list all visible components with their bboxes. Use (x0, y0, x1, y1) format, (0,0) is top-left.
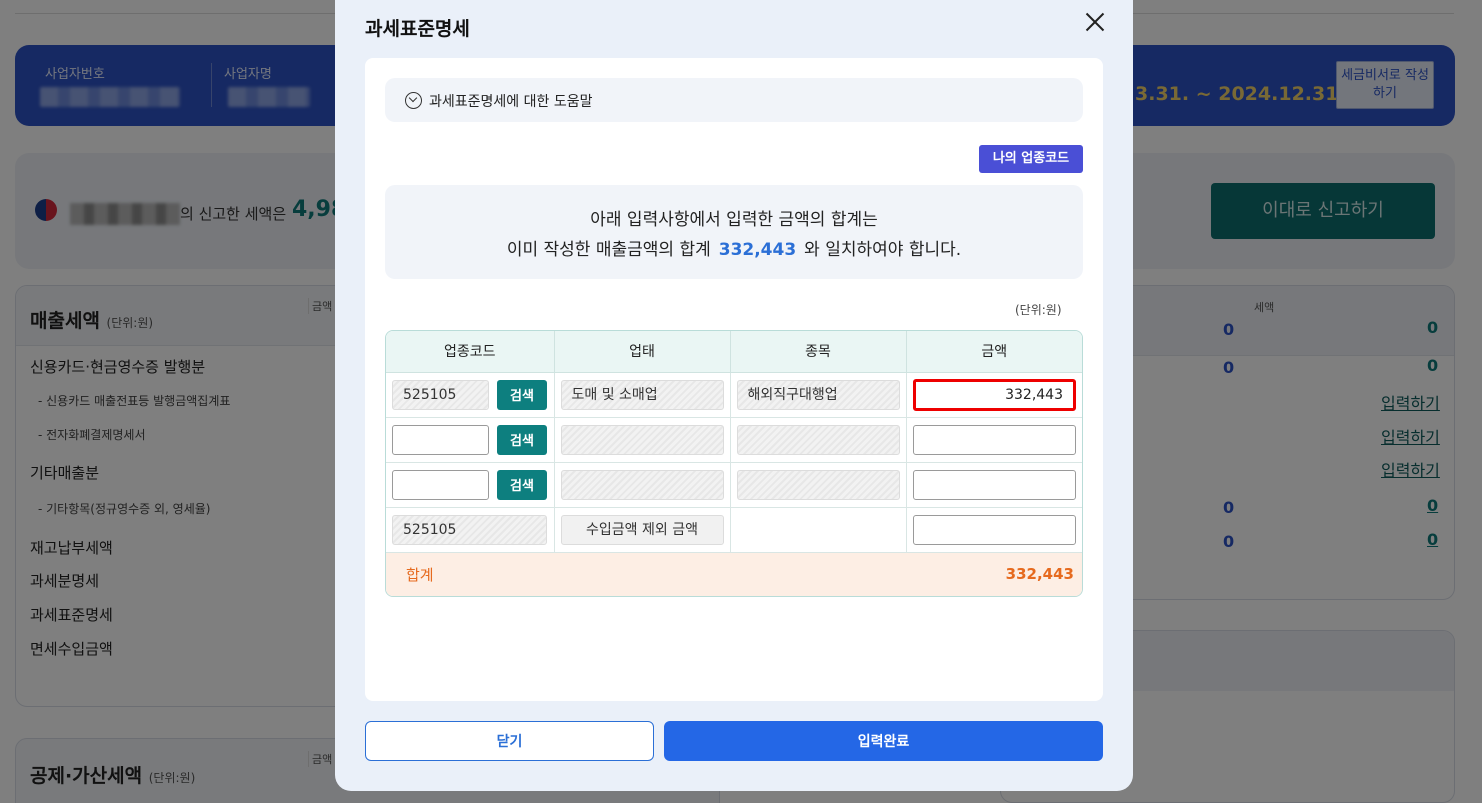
modal-body: 과세표준명세에 대한 도움말 나의 업종코드 아래 입력사항에서 입력한 금액의… (365, 58, 1103, 701)
empty-item-cell (730, 507, 907, 553)
help-accordion[interactable]: 과세표준명세에 대한 도움말 (385, 78, 1083, 122)
chevron-down-icon (405, 92, 422, 109)
business-item-field (736, 469, 900, 500)
my-industry-code-button[interactable]: 나의 업종코드 (979, 145, 1083, 173)
search-button[interactable]: 검색 (497, 424, 547, 455)
header-business-type: 업태 (554, 331, 731, 373)
header-amount: 금액 (906, 331, 1082, 373)
search-button[interactable]: 검색 (497, 379, 547, 410)
tax-base-detail-modal: 과세표준명세 과세표준명세에 대한 도움말 나의 업종코드 아래 입력사항에서 … (335, 0, 1133, 791)
amount-input[interactable] (912, 469, 1076, 500)
unit-label: (단위:원) (1015, 303, 1062, 317)
total-label: 합계 (386, 552, 554, 596)
business-type-field (560, 424, 724, 455)
notice-line-1: 아래 입력사항에서 입력한 금액의 합계는 (590, 210, 878, 230)
help-text: 과세표준명세에 대한 도움말 (429, 94, 593, 110)
search-button[interactable]: 검색 (497, 469, 547, 500)
business-item-field (736, 424, 900, 455)
industry-code-field: 525105 (392, 514, 547, 545)
table-header-row: 업종코드 업태 종목 금액 (386, 331, 1082, 373)
industry-code-input[interactable] (392, 469, 489, 500)
tax-base-table: 업종코드 업태 종목 금액 525105 검색 도매 및 소매업 해외직구대행업 (385, 330, 1083, 597)
modal-title: 과세표준명세 (365, 18, 470, 40)
complete-input-button[interactable]: 입력완료 (664, 721, 1103, 761)
industry-code-input[interactable] (392, 424, 489, 455)
table-row: 525105 검색 도매 및 소매업 해외직구대행업 (386, 372, 1082, 418)
header-industry-code: 업종코드 (386, 331, 555, 373)
business-type-field (560, 469, 724, 500)
excluded-amount-label: 수입금액 제외 금액 (560, 514, 724, 545)
total-value: 332,443 (906, 552, 1082, 596)
amount-input[interactable] (912, 424, 1076, 455)
industry-code-field: 525105 (392, 379, 489, 410)
notice-line-2: 이미 작성한 매출금액의 합계 332,443 와 일치하여야 합니다. (506, 240, 962, 260)
sum-notice: 아래 입력사항에서 입력한 금액의 합계는 이미 작성한 매출금액의 합계 332… (385, 185, 1083, 279)
table-row: 검색 (386, 462, 1082, 508)
notice-amount: 332,443 (718, 240, 797, 260)
business-item-field: 해외직구대행업 (736, 379, 900, 410)
amount-input[interactable] (912, 378, 1076, 411)
amount-input[interactable] (912, 514, 1076, 545)
business-type-field: 도매 및 소매업 (560, 379, 724, 410)
header-business-item: 종목 (730, 331, 907, 373)
total-row: 합계 332,443 (386, 552, 1082, 596)
close-button[interactable]: 닫기 (365, 721, 654, 761)
table-row: 검색 (386, 417, 1082, 463)
close-icon[interactable] (1082, 10, 1108, 36)
table-row: 525105 수입금액 제외 금액 (386, 507, 1082, 553)
